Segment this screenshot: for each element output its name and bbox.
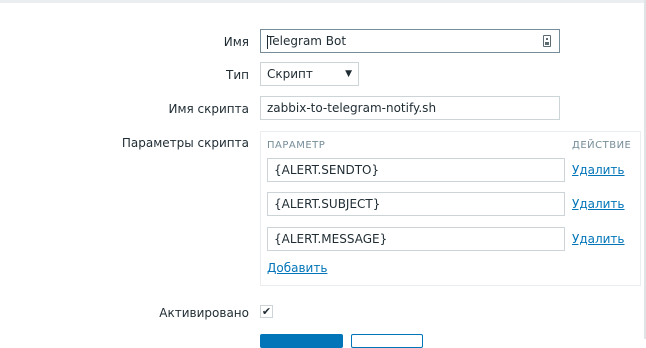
column-header-parameter: ПАРАМЕТР — [267, 140, 326, 151]
param-input-3-value: {ALERT.MESSAGE} — [274, 232, 388, 246]
dropdown-arrow-icon: ▼ — [345, 69, 352, 79]
enabled-checkbox[interactable]: ✔ — [260, 305, 273, 318]
remove-param-1-link[interactable]: Удалить — [572, 163, 625, 177]
type-label: Тип — [226, 68, 249, 82]
param-input-3[interactable]: {ALERT.MESSAGE} — [267, 227, 565, 251]
add-param-link[interactable]: Добавить — [267, 261, 327, 275]
text-caret — [267, 35, 268, 49]
param-input-1[interactable]: {ALERT.SENDTO} — [267, 158, 565, 182]
name-input[interactable]: Telegram Bot — [260, 29, 560, 53]
script-params-table: ПАРАМЕТР ДЕЙСТВИЕ {ALERT.SENDTO} Удалить… — [260, 131, 641, 286]
script-name-label: Имя скрипта — [168, 102, 249, 116]
remove-param-3-link[interactable]: Удалить — [572, 232, 625, 246]
name-label: Имя — [223, 35, 249, 49]
param-input-2[interactable]: {ALERT.SUBJECT} — [267, 192, 565, 216]
name-input-value: Telegram Bot — [267, 34, 347, 48]
script-name-input[interactable]: zabbix-to-telegram-notify.sh — [260, 96, 560, 120]
script-params-label: Параметры скрипта — [121, 136, 249, 150]
param-input-1-value: {ALERT.SENDTO} — [274, 163, 380, 177]
secondary-button[interactable] — [351, 334, 423, 348]
type-select-value: Скрипт — [267, 67, 313, 81]
remove-param-2-link[interactable]: Удалить — [572, 197, 625, 211]
keepass-icon[interactable] — [543, 35, 551, 47]
enabled-label: Активировано — [159, 306, 249, 320]
param-input-2-value: {ALERT.SUBJECT} — [274, 197, 381, 211]
top-border — [0, 0, 646, 3]
script-name-input-value: zabbix-to-telegram-notify.sh — [267, 101, 437, 115]
column-header-action: ДЕЙСТВИЕ — [572, 140, 632, 151]
update-button[interactable] — [260, 334, 343, 348]
type-select[interactable]: Скрипт ▼ — [260, 62, 359, 86]
